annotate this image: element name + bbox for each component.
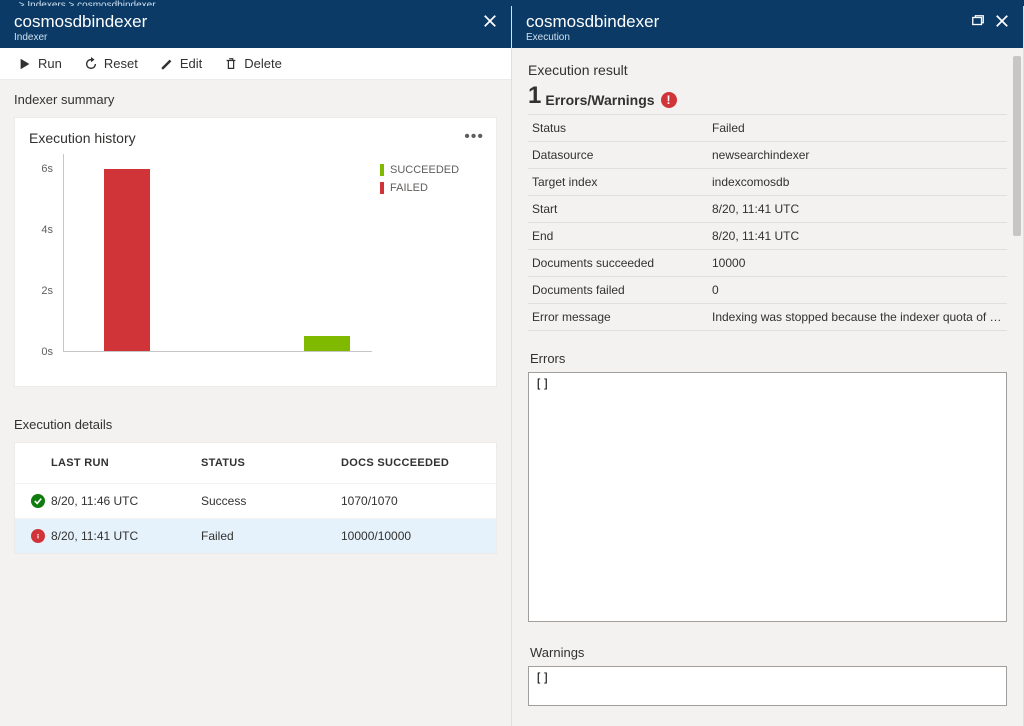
bar-succeeded[interactable] (304, 336, 350, 351)
execution-details-table: LAST RUN STATUS DOCS SUCCEEDED 8/20, 11:… (14, 442, 497, 554)
property-row: StatusFailed (528, 115, 1007, 142)
delete-label: Delete (244, 56, 282, 71)
success-icon (31, 494, 45, 508)
table-row[interactable]: 8/20, 11:46 UTCSuccess1070/1070 (15, 483, 496, 518)
property-row: Documents failed0 (528, 277, 1007, 304)
delete-button[interactable]: Delete (214, 52, 292, 75)
cell-status: Success (201, 494, 341, 508)
more-icon[interactable]: ••• (464, 128, 484, 146)
cell-status: Failed (201, 529, 341, 543)
property-value: newsearchindexer (712, 148, 1003, 162)
property-row: Error messageIndexing was stopped becaus… (528, 304, 1007, 331)
indexer-summary-section: Indexer summary (0, 80, 511, 117)
legend-succeeded: SUCCEEDED (380, 164, 482, 176)
bar-failed[interactable] (104, 169, 150, 351)
cell-docs: 10000/10000 (341, 529, 486, 543)
blade-title-right: cosmosdbindexer (526, 12, 659, 32)
run-button[interactable]: Run (8, 52, 72, 75)
toolbar: Run Reset Edit Delete (0, 48, 511, 80)
property-key: Datasource (532, 148, 712, 162)
y-tick: 0s (41, 346, 53, 358)
property-value: Indexing was stopped because the indexer… (712, 310, 1003, 324)
property-row: Start8/20, 11:41 UTC (528, 196, 1007, 223)
blade-title-left: cosmosdbindexer (14, 12, 147, 32)
property-value: 0 (712, 283, 1003, 297)
property-value: 8/20, 11:41 UTC (712, 229, 1003, 243)
legend-failed: FAILED (380, 182, 482, 194)
property-key: Error message (532, 310, 712, 324)
property-row: Target indexindexcomosdb (528, 169, 1007, 196)
close-icon[interactable] (995, 14, 1009, 31)
legend-failed-label: FAILED (390, 182, 428, 194)
blade-execution: cosmosdbindexer Execution Execution resu… (512, 6, 1024, 726)
property-key: Target index (532, 175, 712, 189)
property-key: Status (532, 121, 712, 135)
y-tick: 2s (41, 285, 53, 297)
property-key: Start (532, 202, 712, 216)
alert-icon: ! (661, 92, 677, 108)
col-last-run: LAST RUN (51, 457, 201, 469)
indexer-summary-title: Indexer summary (14, 92, 497, 107)
errors-count: 1 (528, 84, 541, 108)
property-key: Documents succeeded (532, 256, 712, 270)
reset-label: Reset (104, 56, 138, 71)
y-tick: 4s (41, 224, 53, 236)
blade-header-left: cosmosdbindexer Indexer (0, 6, 511, 48)
execution-history-title: Execution history (29, 130, 482, 146)
result-properties: StatusFailedDatasourcenewsearchindexerTa… (528, 114, 1007, 331)
errors-textarea[interactable] (528, 372, 1007, 622)
blade-indexer: cosmosdbindexer Indexer Run Reset (0, 6, 512, 726)
chart: 0s 2s 4s 6s SUCCEEDED FAILED (29, 154, 482, 374)
warnings-title: Warnings (530, 645, 1007, 660)
edit-label: Edit (180, 56, 202, 71)
property-value: 10000 (712, 256, 1003, 270)
cell-last-run: 8/20, 11:46 UTC (51, 494, 201, 508)
blade-header-right: cosmosdbindexer Execution (512, 6, 1023, 48)
error-icon (31, 529, 45, 543)
errors-warnings-summary: 1 Errors/Warnings ! (528, 84, 1007, 108)
table-header: LAST RUN STATUS DOCS SUCCEEDED (15, 443, 496, 483)
scrollbar-thumb[interactable] (1013, 56, 1021, 236)
execution-details-title: Execution details (14, 417, 497, 432)
cell-docs: 1070/1070 (341, 494, 486, 508)
run-label: Run (38, 56, 62, 71)
pencil-icon (160, 57, 174, 71)
play-icon (18, 57, 32, 71)
errors-warnings-label: Errors/Warnings (545, 92, 654, 108)
close-icon[interactable] (483, 14, 497, 31)
property-value: 8/20, 11:41 UTC (712, 202, 1003, 216)
blade-subtitle-left: Indexer (14, 32, 147, 44)
warnings-textarea[interactable] (528, 666, 1007, 706)
property-row: Documents succeeded10000 (528, 250, 1007, 277)
property-row: Datasourcenewsearchindexer (528, 142, 1007, 169)
col-docs: DOCS SUCCEEDED (341, 457, 486, 469)
refresh-icon (84, 57, 98, 71)
errors-title: Errors (530, 351, 1007, 366)
property-value: indexcomosdb (712, 175, 1003, 189)
blade-subtitle-right: Execution (526, 32, 659, 44)
execution-result-title: Execution result (528, 62, 1007, 78)
property-key: Documents failed (532, 283, 712, 297)
reset-button[interactable]: Reset (74, 52, 148, 75)
col-status: STATUS (201, 457, 341, 469)
property-row: End8/20, 11:41 UTC (528, 223, 1007, 250)
edit-button[interactable]: Edit (150, 52, 212, 75)
execution-history-card: Execution history ••• 0s 2s 4s 6s SUCCEEDED… (14, 117, 497, 387)
table-row[interactable]: 8/20, 11:41 UTCFailed10000/10000 (15, 518, 496, 553)
execution-details-section: Execution details (0, 405, 511, 442)
restore-icon[interactable] (971, 14, 985, 31)
y-tick: 6s (41, 163, 53, 175)
property-key: End (532, 229, 712, 243)
legend-succeeded-label: SUCCEEDED (390, 164, 459, 176)
chart-legend: SUCCEEDED FAILED (372, 154, 482, 374)
scrollbar[interactable] (1011, 48, 1023, 726)
cell-last-run: 8/20, 11:41 UTC (51, 529, 201, 543)
property-value: Failed (712, 121, 1003, 135)
trash-icon (224, 57, 238, 71)
